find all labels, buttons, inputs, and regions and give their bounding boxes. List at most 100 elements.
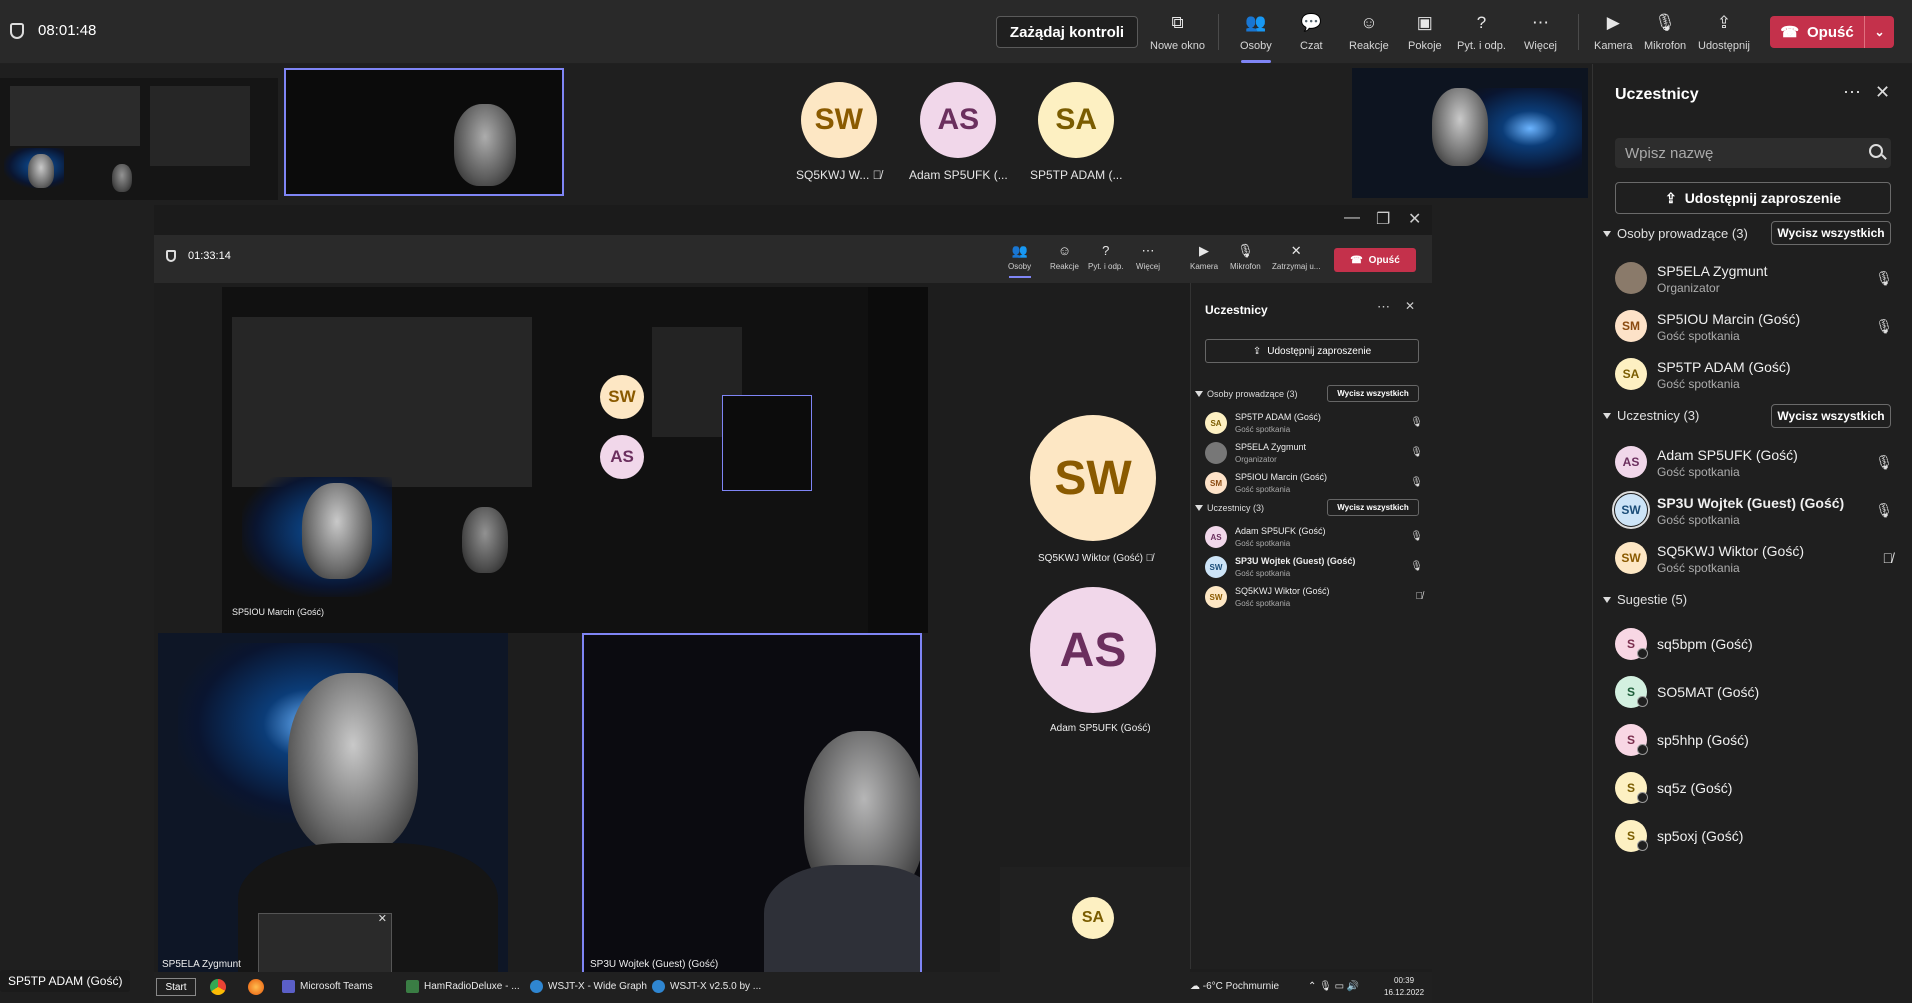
strip-avatar-sw[interactable]: SW SQ5KWJ W... 🎙̸ bbox=[796, 82, 882, 182]
suggestion-row[interactable]: Ssq5z (Gość) bbox=[1615, 770, 1895, 810]
search-icon[interactable] bbox=[1869, 144, 1883, 158]
taskbar-app-teams[interactable]: Microsoft Teams bbox=[282, 980, 373, 993]
more-icon[interactable]: ⋯ bbox=[1843, 82, 1861, 103]
close-icon[interactable]: ✕ bbox=[1875, 82, 1890, 103]
leave-button[interactable]: ☎ Opuść ⌄ bbox=[1770, 16, 1894, 48]
list-item[interactable]: SW SQ5KWJ Wiktor (Gość) Gość spotkania 🎙̸ bbox=[1205, 583, 1425, 613]
share-invite-button[interactable]: ⇪ Udostępnij zaproszenie bbox=[1615, 182, 1891, 214]
inner-titlebar: — ❐ ✕ bbox=[154, 205, 1432, 235]
request-control-button[interactable]: Zażądaj kontroli bbox=[996, 16, 1138, 48]
participant-row[interactable]: SP5ELA Zygmunt Organizator 🎙 bbox=[1615, 260, 1895, 300]
big-avatar-sa[interactable]: SA bbox=[1072, 897, 1114, 939]
participant-row[interactable]: AS Adam SP5UFK (Gość) Gość spotkania 🎙 bbox=[1615, 444, 1895, 484]
more-icon: ⋯ bbox=[1141, 243, 1155, 258]
cloud-icon: ☁ bbox=[1190, 981, 1200, 992]
tray-icons[interactable]: ⌃ 🎙 ▭ 🔊 bbox=[1308, 981, 1359, 992]
screen-share-thumbnail[interactable] bbox=[0, 78, 278, 200]
share-button[interactable]: ⇪ Udostępnij bbox=[1698, 12, 1750, 52]
inner-stop-share-button[interactable]: ✕ Zatrzymaj u... bbox=[1272, 243, 1320, 271]
suggestion-row[interactable]: S SO5MAT (Gość) bbox=[1615, 674, 1895, 714]
suggestion-row[interactable]: Ssp5hhp (Gość) bbox=[1615, 722, 1895, 762]
taskbar-app-hrd[interactable]: HamRadioDeluxe - ... bbox=[406, 980, 520, 993]
screen: 08:01:48 Zażądaj kontroli ⧉ Nowe okno 👥 … bbox=[0, 0, 1912, 1003]
share-icon: ⇪ bbox=[1664, 189, 1677, 206]
more-icon[interactable]: ⋯ bbox=[1377, 299, 1390, 315]
search-input[interactable] bbox=[1615, 138, 1891, 168]
meeting-timer: 08:01:48 bbox=[10, 22, 96, 39]
close-icon[interactable]: ✕ bbox=[1405, 299, 1415, 313]
participant-row[interactable]: SM SP5IOU Marcin (Gość) Gość spotkania 🎙 bbox=[1615, 308, 1895, 348]
avatar: SA bbox=[1038, 82, 1115, 158]
stop-share-icon: ✕ bbox=[1290, 243, 1302, 258]
video-tile-wojtek[interactable]: SP3U Wojtek (Guest) (Gość) bbox=[582, 633, 922, 977]
mic-icon: 🎙 bbox=[1237, 243, 1254, 258]
chat-button[interactable]: 💬 Czat bbox=[1300, 12, 1323, 52]
mic-muted-icon: 🎙̸ bbox=[1145, 553, 1154, 564]
more-icon: ⋯ bbox=[1532, 13, 1549, 32]
new-window-button[interactable]: ⧉ Nowe okno bbox=[1150, 12, 1205, 52]
inner-mute-all-attendees[interactable]: Wycisz wszystkich bbox=[1327, 499, 1419, 516]
rooms-button[interactable]: ▣ Pokoje bbox=[1408, 12, 1442, 52]
inner-camera-button[interactable]: ▶ Kamera bbox=[1190, 243, 1218, 271]
inner-presenters-section[interactable]: Osoby prowadzące (3) bbox=[1195, 389, 1298, 399]
weather-widget[interactable]: ☁ -6°C Pochmurnie bbox=[1190, 981, 1279, 992]
reactions-icon: ☺ bbox=[1057, 243, 1072, 258]
participant-row[interactable]: SA SP5TP ADAM (Gość) Gość spotkania bbox=[1615, 356, 1895, 396]
camera-icon: ▶ bbox=[1199, 243, 1209, 258]
video-tile-wojtek-small[interactable] bbox=[284, 68, 564, 196]
more-button[interactable]: ⋯ Więcej bbox=[1524, 12, 1557, 52]
inner-participants-panel: Uczestnicy ⋯ ✕ ⇪ Udostępnij zaproszenie O… bbox=[1190, 283, 1432, 969]
qa-icon: ? bbox=[1476, 13, 1487, 32]
start-button[interactable]: Start bbox=[156, 978, 196, 996]
participant-row[interactable]: SW SQ5KWJ Wiktor (Gość) Gość spotkania 🎙̸ bbox=[1615, 540, 1895, 580]
share-icon: ⇪ bbox=[1716, 13, 1732, 32]
presenters-section[interactable]: Osoby prowadzące (3) bbox=[1603, 226, 1748, 241]
mute-all-presenters-button[interactable]: Wycisz wszystkich bbox=[1771, 221, 1891, 245]
new-window-icon: ⧉ bbox=[1171, 13, 1184, 32]
minimize-icon[interactable]: — bbox=[1344, 209, 1360, 227]
inner-mic-button[interactable]: 🎙 Mikrofon bbox=[1230, 243, 1261, 271]
suggestion-row[interactable]: Ssp5oxj (Gość) bbox=[1615, 818, 1895, 858]
reactions-button[interactable]: ☺ Reakcje bbox=[1349, 12, 1389, 52]
list-item[interactable]: AS Adam SP5UFK (Gość) Gość spotkania 🎙 bbox=[1205, 523, 1425, 553]
inner-share-invite-button[interactable]: ⇪ Udostępnij zaproszenie bbox=[1205, 339, 1419, 363]
close-icon[interactable]: ✕ bbox=[1408, 209, 1421, 229]
inner-attendees-section[interactable]: Uczestnicy (3) bbox=[1195, 503, 1264, 513]
people-button[interactable]: 👥 Osoby bbox=[1240, 12, 1272, 63]
qa-button[interactable]: ? Pyt. i odp. bbox=[1457, 12, 1506, 52]
video-tile-zygmunt-small[interactable] bbox=[1352, 68, 1588, 198]
inner-people-button[interactable]: 👥 Osoby bbox=[1008, 243, 1031, 278]
inner-leave-button[interactable]: ☎ Opuść bbox=[1334, 248, 1416, 272]
attendees-section[interactable]: Uczestnicy (3) bbox=[1603, 408, 1699, 423]
chevron-down-icon[interactable]: ⌄ bbox=[1864, 16, 1894, 48]
mute-all-attendees-button[interactable]: Wycisz wszystkich bbox=[1771, 404, 1891, 428]
restore-icon[interactable]: ❐ bbox=[1376, 209, 1390, 229]
inner-more-button[interactable]: ⋯ Więcej bbox=[1136, 243, 1160, 271]
taskbar-app-wsjt-graph[interactable]: WSJT-X - Wide Graph bbox=[530, 980, 647, 993]
big-avatar-as[interactable]: AS bbox=[1030, 587, 1156, 713]
participant-row[interactable]: SW SP3U Wojtek (Guest) (Gość) Gość spotkan… bbox=[1612, 491, 1895, 532]
chrome-icon[interactable] bbox=[210, 979, 226, 995]
list-item[interactable]: SA SP5TP ADAM (Gość) Gość spotkania 🎙 bbox=[1205, 409, 1425, 439]
suggestion-row[interactable]: Ssq5bpm (Gość) bbox=[1615, 626, 1895, 666]
list-item[interactable]: SW SP3U Wojtek (Guest) (Gość) Gość spotkan… bbox=[1205, 553, 1425, 583]
list-item[interactable]: SM SP5IOU Marcin (Gość) Gość spotkania 🎙 bbox=[1205, 469, 1425, 499]
firefox-icon[interactable] bbox=[248, 979, 264, 995]
people-icon: 👥 bbox=[1011, 243, 1028, 258]
clock[interactable]: 00:39 16.12.2022 bbox=[1384, 975, 1424, 999]
list-item[interactable]: SP5ELA Zygmunt Organizator 🎙 bbox=[1205, 439, 1425, 469]
inner-mute-all-presenters[interactable]: Wycisz wszystkich bbox=[1327, 385, 1419, 402]
suggestions-section[interactable]: Sugestie (5) bbox=[1603, 592, 1687, 607]
mini-preview-window[interactable]: ✕ bbox=[258, 913, 392, 977]
mic-button[interactable]: 🎙 Mikrofon bbox=[1644, 12, 1686, 52]
strip-avatar-as[interactable]: AS Adam SP5UFK (... bbox=[909, 82, 1008, 182]
inner-qa-button[interactable]: ? Pyt. i odp. bbox=[1088, 243, 1124, 271]
taskbar-app-wsjt[interactable]: WSJT-X v2.5.0 by ... bbox=[652, 980, 761, 993]
camera-button[interactable]: ▶ Kamera bbox=[1594, 12, 1633, 52]
strip-avatar-sa[interactable]: SA SP5TP ADAM (... bbox=[1030, 82, 1122, 182]
video-tile-zygmunt[interactable]: ✕ SP5ELA Zygmunt bbox=[158, 633, 508, 977]
mic-icon: 🎙 bbox=[1875, 454, 1893, 470]
close-icon[interactable]: ✕ bbox=[378, 912, 387, 925]
big-avatar-sw[interactable]: SW bbox=[1030, 415, 1156, 541]
inner-reactions-button[interactable]: ☺ Reakcje bbox=[1050, 243, 1079, 271]
